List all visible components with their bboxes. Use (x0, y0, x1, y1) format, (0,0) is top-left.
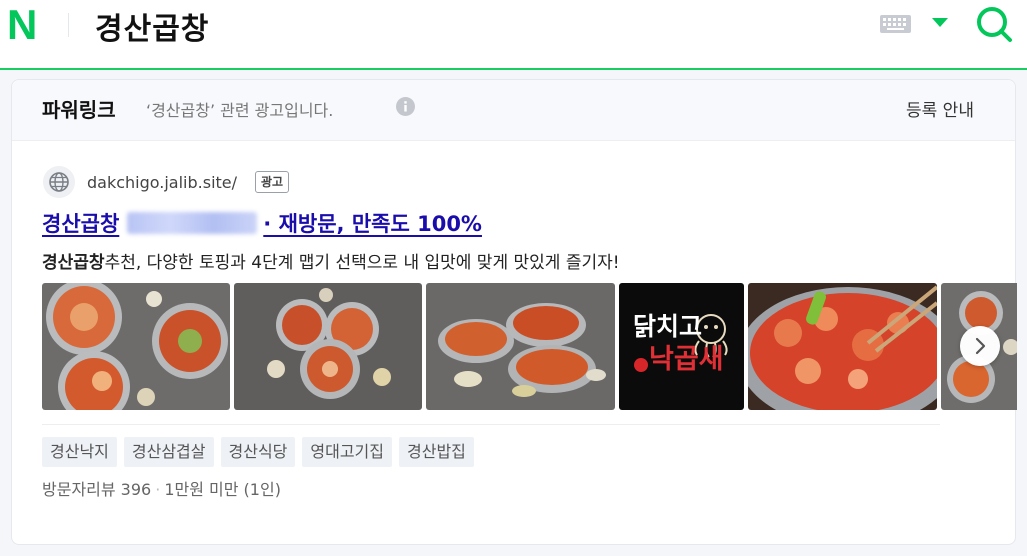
info-icon[interactable] (396, 97, 415, 116)
brand-logo-text-top: 닭치고 (633, 312, 703, 341)
ad-site-url[interactable]: dakchigo.jalib.site/ (87, 173, 237, 192)
chevron-right-icon[interactable] (960, 326, 1000, 366)
keyword-tag[interactable]: 경산낙지 (42, 437, 117, 467)
review-count[interactable]: 방문자리뷰 396 (42, 480, 151, 499)
ad-title-suffix[interactable]: · 재방문, 만족도 100% (263, 212, 482, 236)
food-image[interactable] (42, 283, 230, 410)
ad-badge: 광고 (255, 171, 290, 193)
review-info: 방문자리뷰 396 · 1만원 미만 (1인) (42, 476, 281, 500)
ad-title-link[interactable]: 경산곱창 · 재방문, 만족도 100% (42, 208, 482, 238)
food-image[interactable] (748, 283, 937, 410)
globe-icon (43, 166, 75, 198)
powerlink-panel: 파워링크 ‘경산곱창’ 관련 광고입니다. 등록 안내 dakchigo.jal… (11, 79, 1017, 545)
naver-logo[interactable]: N (7, 4, 41, 46)
keyboard-icon[interactable] (880, 15, 911, 33)
ad-description-text: 추천, 다양한 토핑과 4단계 맵기 선택으로 내 입맛에 맞게 맛있게 즐기자… (104, 253, 620, 273)
dropdown-caret-icon[interactable] (932, 18, 948, 27)
search-icon[interactable] (974, 4, 1014, 44)
keyword-tag[interactable]: 영대고기집 (302, 437, 392, 467)
ad-description: 경산곱창추천, 다양한 토핑과 4단계 맵기 선택으로 내 입맛에 맞게 맛있게… (42, 248, 620, 273)
register-guide-link[interactable]: 등록 안내 (906, 96, 974, 121)
keyword-tag[interactable]: 경산식당 (220, 437, 296, 467)
price-range: 1만원 미만 (1인) (164, 480, 281, 499)
powerlink-description: ‘경산곱창’ 관련 광고입니다. (146, 101, 334, 120)
powerlink-title: 파워링크 (42, 98, 116, 122)
ad-image-strip: 닭치고 낙곱새 (42, 283, 1017, 410)
keyword-tags: 경산낙지 경산삼겹살 경산식당 영대고기집 경산밥집 (42, 437, 481, 467)
separator-dot: · (155, 480, 161, 499)
food-image[interactable] (426, 283, 615, 410)
ad-description-keyword: 경산곱창 (42, 253, 105, 273)
keyword-tag[interactable]: 경산밥집 (399, 437, 474, 467)
header-divider (68, 13, 69, 37)
powerlink-header: 파워링크 ‘경산곱창’ 관련 광고입니다. 등록 안내 (12, 80, 1015, 141)
search-header: N 경산곱창 (0, 0, 1027, 70)
search-query[interactable]: 경산곱창 (95, 4, 209, 48)
brand-logo-image[interactable]: 닭치고 낙곱새 (619, 283, 744, 410)
food-image[interactable] (234, 283, 422, 410)
brand-logo-text-bottom: 낙곱새 (649, 344, 724, 375)
ad-title-prefix[interactable]: 경산곱창 (42, 212, 119, 236)
keyword-tag[interactable]: 경산삼겹살 (123, 437, 214, 467)
ad-title-redacted (127, 212, 258, 234)
section-divider (42, 424, 940, 425)
